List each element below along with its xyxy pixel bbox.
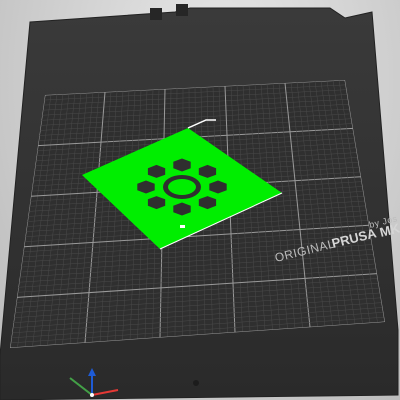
sheet-tab-right: [176, 4, 188, 16]
sheet-tab-left: [150, 8, 162, 20]
sheet-hole: [193, 380, 199, 386]
axis-origin: [90, 393, 94, 397]
center-island: [168, 179, 196, 195]
bed-scene[interactable]: ORIGINAL PRUSA MK by Jos: [0, 0, 400, 400]
3d-viewport[interactable]: ORIGINAL PRUSA MK by Jos: [0, 0, 400, 400]
bed-origin-marker: [180, 225, 185, 228]
